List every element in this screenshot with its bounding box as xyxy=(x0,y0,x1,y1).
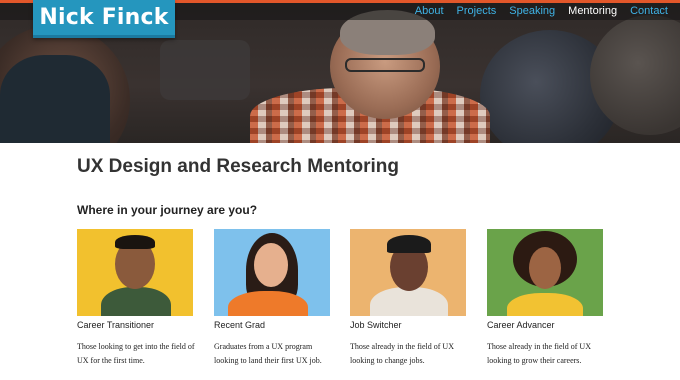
persona-description: Those looking to get into the field of U… xyxy=(77,342,195,365)
nav-link-mentoring[interactable]: Mentoring xyxy=(568,4,617,18)
persona-photo xyxy=(487,229,603,316)
nav-link-speaking[interactable]: Speaking xyxy=(509,4,555,18)
hero-photo-shape xyxy=(160,40,250,100)
persona-name: Career Transitioner xyxy=(77,320,155,330)
nav-link-projects[interactable]: Projects xyxy=(457,4,497,18)
persona-card[interactable]: Job Switcher Those already in the field … xyxy=(350,229,466,368)
persona-card[interactable]: Recent Grad Graduates from a UX program … xyxy=(214,229,330,368)
hero-photo-shape xyxy=(0,55,110,143)
persona-card[interactable]: Career Advancer Those already in the fie… xyxy=(487,229,603,368)
persona-description: Those already in the field of UX looking… xyxy=(350,342,454,365)
persona-cards: Career Transitioner Those looking to get… xyxy=(77,229,607,380)
nav-link-contact[interactable]: Contact xyxy=(630,4,668,18)
persona-photo xyxy=(214,229,330,316)
persona-name: Recent Grad xyxy=(214,320,266,330)
hero-banner: Nick Finck About Projects Speaking Mento… xyxy=(0,0,680,143)
site-logo-text: Nick Finck xyxy=(39,5,169,30)
persona-photo xyxy=(350,229,466,316)
site-logo[interactable]: Nick Finck xyxy=(33,0,175,38)
nav-link-about[interactable]: About xyxy=(415,4,444,18)
persona-photo xyxy=(77,229,193,316)
persona-description: Graduates from a UX program looking to l… xyxy=(214,342,322,365)
section-heading: Where in your journey are you? xyxy=(77,203,258,217)
hero-photo-shape xyxy=(345,58,425,72)
page-title: UX Design and Research Mentoring xyxy=(77,156,400,177)
persona-name: Career Advancer xyxy=(487,320,555,330)
main-nav: About Projects Speaking Mentoring Contac… xyxy=(415,4,668,18)
persona-description: Those already in the field of UX looking… xyxy=(487,342,591,365)
persona-card[interactable]: Career Transitioner Those looking to get… xyxy=(77,229,195,368)
persona-name: Job Switcher xyxy=(350,320,402,330)
